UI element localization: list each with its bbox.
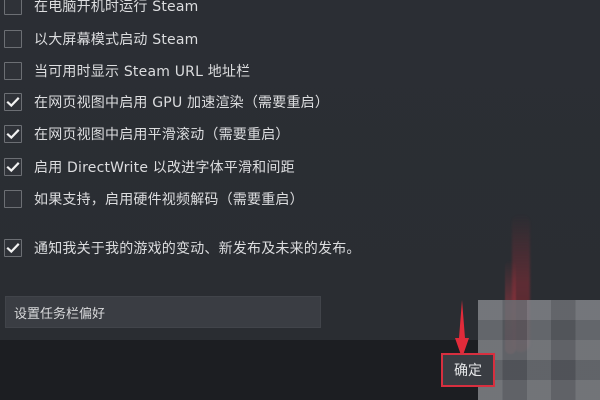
setting-label-url-bar: 当可用时显示 Steam URL 地址栏	[34, 64, 251, 80]
setting-row-hardware-video[interactable]: 如果支持，启用硬件视频解码（需要重启）	[4, 187, 304, 211]
checkmark-icon	[6, 162, 20, 173]
ok-button[interactable]: 确定	[441, 353, 495, 387]
checkbox-big-picture[interactable]	[4, 30, 22, 48]
checkbox-hardware-video[interactable]	[4, 190, 22, 208]
setting-label-gpu-rendering: 在网页视图中启用 GPU 加速渲染（需要重启）	[34, 95, 330, 111]
setting-row-smooth-scrolling[interactable]: 在网页视图中启用平滑滚动（需要重启）	[4, 122, 290, 146]
red-arrow-icon	[455, 300, 469, 358]
checkbox-smooth-scrolling[interactable]	[4, 125, 22, 143]
setting-row-gpu-rendering[interactable]: 在网页视图中启用 GPU 加速渲染（需要重启）	[4, 90, 329, 114]
taskbar-preferences-button[interactable]: 设置任务栏偏好	[5, 296, 321, 328]
setting-row-game-notifications[interactable]: 通知我关于我的游戏的变动、新发布及未来的发布。	[4, 236, 361, 260]
setting-label-big-picture: 以大屏幕模式启动 Steam	[34, 32, 199, 48]
setting-row-directwrite[interactable]: 启用 DirectWrite 以改进字体平滑和间距	[4, 155, 295, 179]
checkbox-url-bar[interactable]	[4, 62, 22, 80]
checkmark-icon	[6, 129, 20, 140]
setting-label-directwrite: 启用 DirectWrite 以改进字体平滑和间距	[34, 160, 295, 176]
pixelated-region	[478, 300, 600, 400]
setting-label-run-on-startup: 在电脑开机时运行 Steam	[34, 0, 199, 15]
setting-row-url-bar[interactable]: 当可用时显示 Steam URL 地址栏	[4, 59, 250, 83]
setting-row-run-on-startup[interactable]: 在电脑开机时运行 Steam	[4, 0, 198, 18]
checkbox-gpu-rendering[interactable]	[4, 93, 22, 111]
checkbox-run-on-startup[interactable]	[4, 0, 22, 15]
checkbox-directwrite[interactable]	[4, 158, 22, 176]
ok-button-label: 确定	[454, 363, 482, 379]
taskbar-preferences-label: 设置任务栏偏好	[14, 306, 106, 322]
checkmark-icon	[6, 243, 20, 254]
setting-label-hardware-video: 如果支持，启用硬件视频解码（需要重启）	[34, 192, 304, 208]
setting-row-big-picture[interactable]: 以大屏幕模式启动 Steam	[4, 27, 198, 51]
checkbox-game-notifications[interactable]	[4, 239, 22, 257]
setting-label-smooth-scrolling: 在网页视图中启用平滑滚动（需要重启）	[34, 127, 290, 143]
checkmark-icon	[6, 97, 20, 108]
setting-label-game-notifications: 通知我关于我的游戏的变动、新发布及未来的发布。	[34, 241, 361, 257]
